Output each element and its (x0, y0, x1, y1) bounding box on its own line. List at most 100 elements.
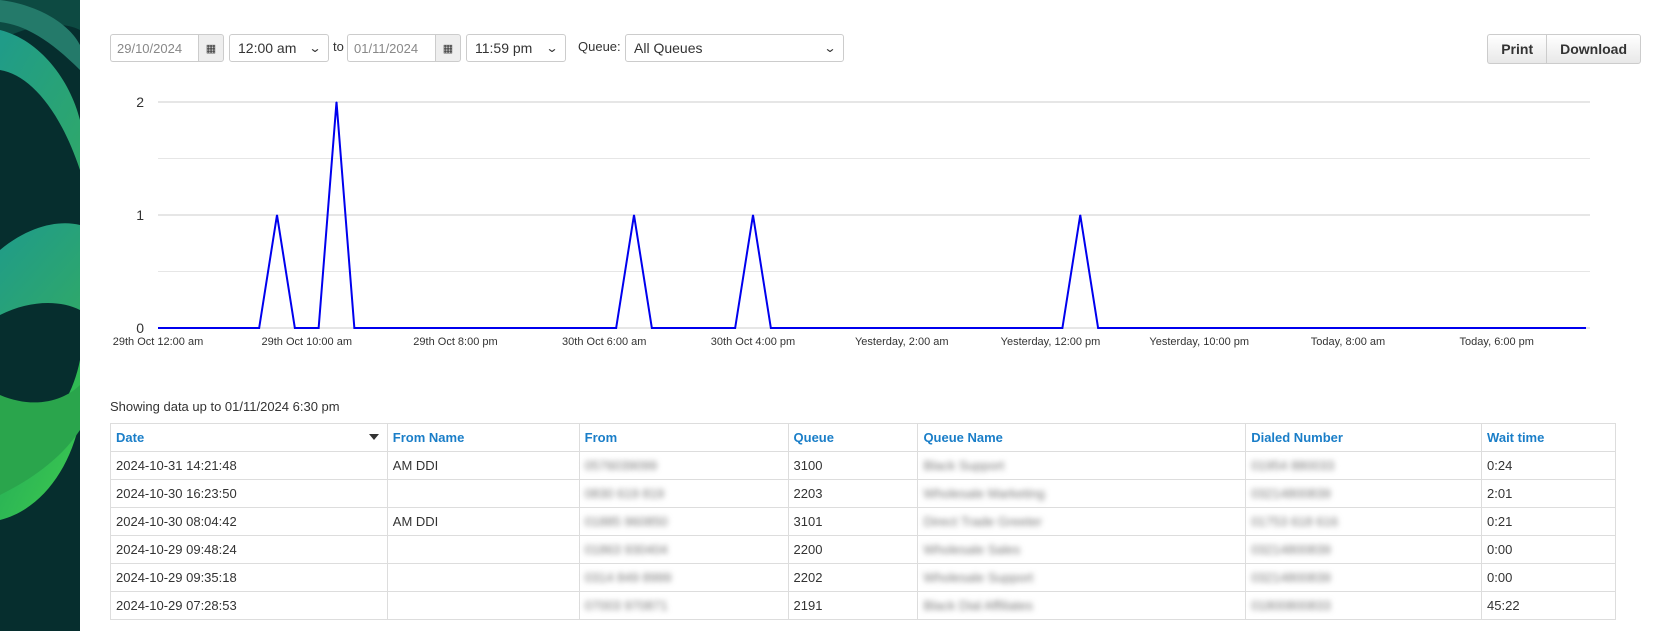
sort-desc-icon[interactable] (368, 434, 379, 440)
time-from-select[interactable]: 12:00 am ⌄ (229, 34, 329, 62)
queue-select-value: All Queues (634, 40, 703, 56)
data-status-text: Showing data up to 01/11/2024 6:30 pm (110, 399, 340, 414)
col-header-date-label: Date (116, 430, 145, 445)
table-cell (386, 479, 580, 508)
x-tick-label: Yesterday, 10:00 pm (1149, 336, 1249, 348)
table-cell: 01863 930404 (578, 535, 789, 564)
table-cell: 01885 960850 (578, 507, 789, 536)
table-cell: 01753 618 616 (1245, 507, 1483, 536)
queue-label: Queue: (578, 39, 621, 54)
download-button[interactable]: Download (1546, 34, 1641, 64)
table-cell: 45:22 (1481, 591, 1616, 620)
y-tick-label: 1 (136, 207, 144, 223)
table-row[interactable]: 2024-10-30 16:23:50 0830 619 819 2203 Whole… (110, 479, 1616, 508)
table-cell: 2024-10-30 16:23:50 (110, 479, 388, 508)
table-row[interactable]: 2024-10-29 09:35:18 0314 849 8999 2202 Whol… (110, 563, 1616, 592)
col-header-from-name[interactable]: From Name (386, 423, 580, 452)
table-cell: 2024-10-29 09:35:18 (110, 563, 388, 592)
y-tick-label: 2 (136, 94, 144, 110)
time-to-value: 11:59 pm (475, 40, 533, 56)
x-tick-label: Yesterday, 12:00 pm (1001, 336, 1101, 348)
y-tick-label: 0 (136, 320, 144, 336)
table-cell: Black Dial Affiliates (917, 591, 1247, 620)
date-to-group: ▦ (347, 34, 461, 62)
redacted-value: 03214800839 (1251, 542, 1331, 557)
table-cell: 07003 970871 (578, 591, 789, 620)
x-tick-label: Today, 6:00 pm (1460, 336, 1534, 348)
col-header-wait-time[interactable]: Wait time (1481, 423, 1616, 452)
table-cell: AM DDI (386, 507, 580, 536)
table-cell (386, 535, 580, 564)
print-button[interactable]: Print (1487, 34, 1547, 64)
x-tick-label: 29th Oct 12:00 am (113, 336, 204, 348)
table-cell: 03214800839 (1245, 563, 1483, 592)
table-cell: Direct Trade Greeter (917, 507, 1247, 536)
table-cell: 01800800833 (1245, 591, 1483, 620)
table-cell: 0:21 (1481, 507, 1616, 536)
table-cell: 03214800839 (1245, 479, 1483, 508)
redacted-value: Wholesale Sales (923, 542, 1021, 557)
table-cell: 2200 (787, 535, 919, 564)
col-header-queue[interactable]: Queue (787, 423, 919, 452)
x-tick-label: 29th Oct 10:00 am (262, 336, 353, 348)
table-cell: 0830 619 819 (578, 479, 789, 508)
x-tick-label: Today, 8:00 am (1311, 336, 1385, 348)
table-cell: Black Support (917, 451, 1247, 480)
x-tick-label: 30th Oct 4:00 pm (711, 336, 795, 348)
x-tick-label: Yesterday, 2:00 am (855, 336, 949, 348)
table-cell: 2191 (787, 591, 919, 620)
table-cell: 0576039099 (578, 451, 789, 480)
filter-toolbar: ▦ 12:00 am ⌄ to ▦ 11:59 pm ⌄ Queue: All … (110, 34, 1641, 64)
redacted-value: Black Support (923, 458, 1005, 473)
x-tick-label: 30th Oct 6:00 am (562, 336, 646, 348)
table-header-row: Date From Name From Queue Queue Name Dia… (110, 423, 1616, 452)
col-header-queue-name[interactable]: Queue Name (917, 423, 1247, 452)
redacted-value: 01885 960850 (584, 514, 668, 529)
table-cell: 2024-10-30 08:04:42 (110, 507, 388, 536)
sidebar-art (0, 0, 80, 631)
table-cell: AM DDI (386, 451, 580, 480)
chevron-down-icon: ⌄ (308, 41, 322, 55)
col-header-dialed-number[interactable]: Dialed Number (1245, 423, 1483, 452)
table-row[interactable]: 2024-10-30 08:04:42 AM DDI 01885 960850 310… (110, 507, 1616, 536)
table-cell: Wholesale Support (917, 563, 1247, 592)
calendar-icon[interactable]: ▦ (435, 34, 461, 62)
table-cell: 0:24 (1481, 451, 1616, 480)
data-point (752, 214, 754, 216)
date-from-group: ▦ (110, 34, 224, 62)
table-cell (386, 563, 580, 592)
date-to-input[interactable] (347, 34, 435, 62)
table-cell: 0:00 (1481, 563, 1616, 592)
chevron-down-icon: ⌄ (823, 41, 837, 55)
time-to-select[interactable]: 11:59 pm ⌄ (466, 34, 566, 62)
redacted-value: 01800800833 (1251, 598, 1331, 613)
redacted-value: 01954 880033 (1251, 458, 1335, 473)
data-point (633, 214, 635, 216)
table-cell: 2203 (787, 479, 919, 508)
calendar-icon[interactable]: ▦ (198, 34, 224, 62)
redacted-value: 0314 849 8999 (584, 570, 672, 585)
x-tick-label: 29th Oct 8:00 pm (413, 336, 497, 348)
table-cell: Wholesale Sales (917, 535, 1247, 564)
col-header-date[interactable]: Date (110, 423, 388, 452)
table-cell: 03214800839 (1245, 535, 1483, 564)
redacted-value: 0830 619 819 (584, 486, 665, 501)
col-header-from[interactable]: From (578, 423, 789, 452)
to-label: to (333, 39, 344, 54)
table-row[interactable]: 2024-10-29 09:48:24 01863 930404 2200 Whole… (110, 535, 1616, 564)
table-row[interactable]: 2024-10-29 07:28:53 07003 970871 2191 Black… (110, 591, 1616, 620)
time-from-value: 12:00 am (238, 40, 297, 56)
table-cell: 01954 880033 (1245, 451, 1483, 480)
data-point (1079, 214, 1081, 216)
redacted-value: 0576039099 (584, 458, 657, 473)
calls-table: Date From Name From Queue Queue Name Dia… (110, 423, 1616, 620)
table-cell: 2024-10-31 14:21:48 (110, 451, 388, 480)
queue-select[interactable]: All Queues ⌄ (625, 34, 844, 62)
redacted-value: 01753 618 616 (1251, 514, 1338, 529)
table-row[interactable]: 2024-10-31 14:21:48 AM DDI 0576039099 3100 B… (110, 451, 1616, 480)
table-cell: 3101 (787, 507, 919, 536)
redacted-value: Wholesale Support (923, 570, 1034, 585)
redacted-value: Wholesale Marketing (923, 486, 1045, 501)
date-from-input[interactable] (110, 34, 198, 62)
redacted-value: 07003 970871 (584, 598, 668, 613)
